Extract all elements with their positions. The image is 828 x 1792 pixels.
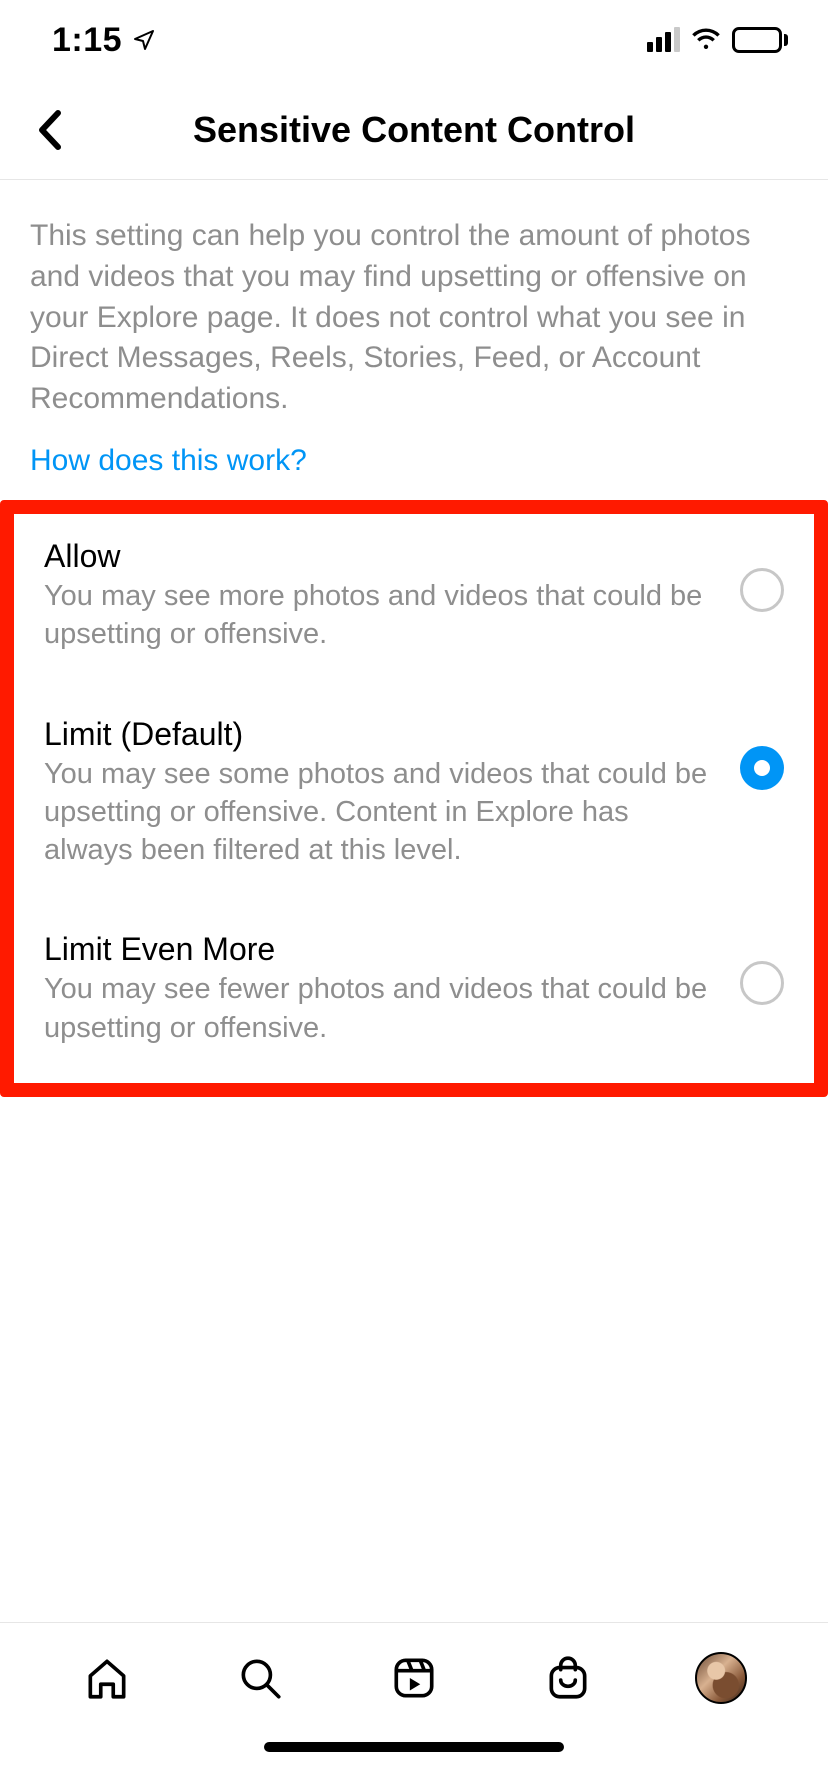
avatar [695,1652,747,1704]
status-bar: 1:15 [0,0,828,80]
option-title: Allow [44,538,720,575]
status-time: 1:15 [52,21,122,60]
settings-description: This setting can help you control the am… [30,216,798,420]
shop-icon [543,1653,593,1703]
wifi-icon [690,28,722,52]
option-allow[interactable]: Allow You may see more photos and videos… [14,520,814,672]
home-indicator-area [0,1732,828,1792]
option-title: Limit Even More [44,931,720,968]
location-arrow-icon [132,28,156,52]
option-description: You may see fewer photos and videos that… [44,970,720,1047]
back-button[interactable] [20,100,80,160]
reels-icon [389,1653,439,1703]
tab-home[interactable] [77,1648,137,1708]
option-description: You may see some photos and videos that … [44,755,720,870]
tab-reels[interactable] [384,1648,444,1708]
content: This setting can help you control the am… [0,180,828,1622]
radio-unselected-icon [740,961,784,1005]
option-description: You may see more photos and videos that … [44,577,720,654]
tab-shop[interactable] [538,1648,598,1708]
status-right [647,27,788,53]
battery-icon [732,27,788,53]
tab-bar [0,1622,828,1732]
options-group-highlight: Allow You may see more photos and videos… [0,500,828,1097]
home-indicator[interactable] [264,1742,564,1752]
help-link[interactable]: How does this work? [30,444,307,478]
option-title: Limit (Default) [44,716,720,753]
chevron-left-icon [36,109,64,151]
tab-search[interactable] [230,1648,290,1708]
home-icon [82,1653,132,1703]
tab-profile[interactable] [691,1648,751,1708]
status-left: 1:15 [52,21,156,60]
page-title: Sensitive Content Control [193,109,635,151]
cellular-signal-icon [647,28,680,52]
option-limit-default[interactable]: Limit (Default) You may see some photos … [14,698,814,888]
option-limit-even-more[interactable]: Limit Even More You may see fewer photos… [14,913,814,1065]
radio-selected-icon [740,746,784,790]
header: Sensitive Content Control [0,80,828,180]
radio-unselected-icon [740,568,784,612]
search-icon [235,1653,285,1703]
